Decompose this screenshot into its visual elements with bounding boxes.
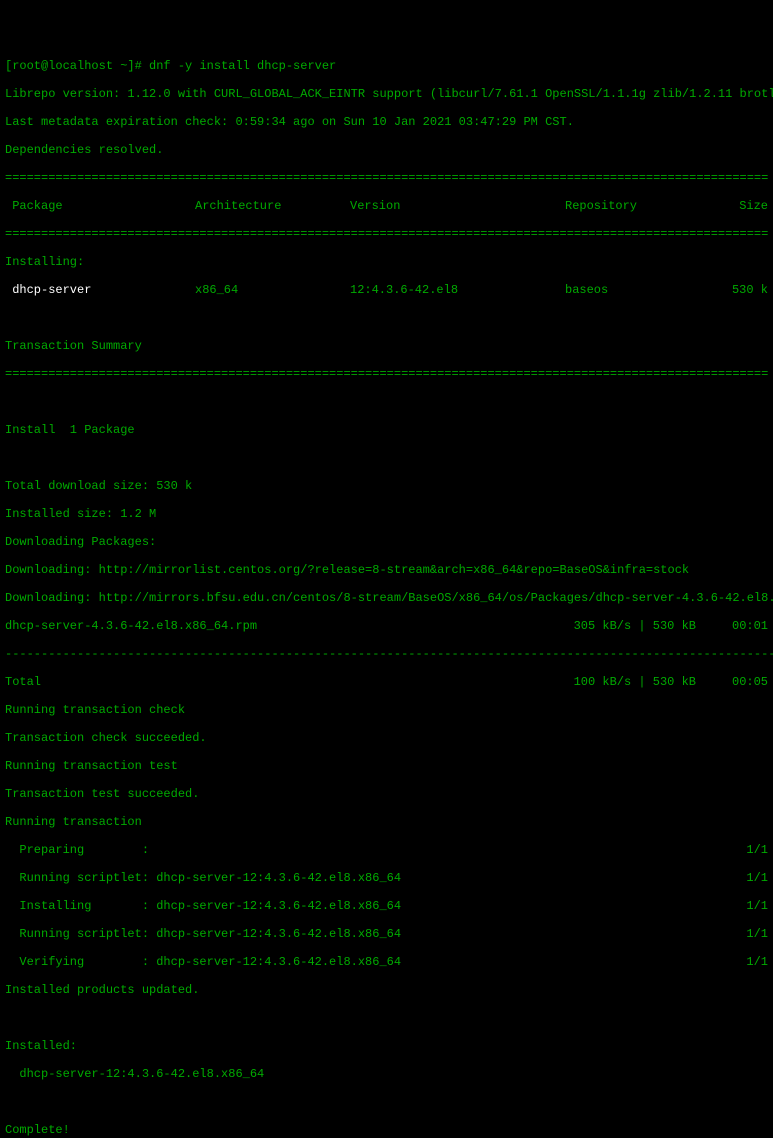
col-version: Version	[350, 199, 565, 213]
test-ok: Transaction test succeeded.	[5, 787, 768, 801]
separator: ========================================…	[5, 171, 768, 185]
preparing-step: Preparing :1/1	[5, 843, 768, 857]
progress: 1/1	[746, 899, 768, 913]
products-updated: Installed products updated.	[5, 983, 768, 997]
running-check: Running transaction check	[5, 703, 768, 717]
downloading-label: Downloading Packages:	[5, 535, 768, 549]
pkg-size: 530 k	[720, 283, 768, 297]
table-header: PackageArchitectureVersionRepositorySize	[5, 199, 768, 213]
check-ok: Transaction check succeeded.	[5, 731, 768, 745]
blank-line	[5, 395, 768, 409]
separator: ========================================…	[5, 367, 768, 381]
pkg-arch: x86_64	[195, 283, 350, 297]
installed-package: dhcp-server-12:4.3.6-42.el8.x86_64	[5, 1067, 768, 1081]
scriptlet-step: Running scriptlet: dhcp-server-12:4.3.6-…	[5, 871, 768, 885]
table-row: dhcp-serverx86_6412:4.3.6-42.el8baseos53…	[5, 283, 768, 297]
installing-step: Installing : dhcp-server-12:4.3.6-42.el8…	[5, 899, 768, 913]
dashed-separator: ----------------------------------------…	[5, 647, 768, 661]
rpm-download: dhcp-server-4.3.6-42.el8.x86_64.rpm 305 k…	[5, 619, 768, 633]
metadata-check: Last metadata expiration check: 0:59:34 …	[5, 115, 768, 129]
download-size: Total download size: 530 k	[5, 479, 768, 493]
download-url: Downloading: http://mirrorlist.centos.or…	[5, 563, 768, 577]
installed-size: Installed size: 1.2 M	[5, 507, 768, 521]
pkg-name: dhcp-server	[5, 283, 195, 297]
total-line: Total 100 kB/s | 530 kB 00:05	[5, 675, 768, 689]
librepo-version: Librepo version: 1.12.0 with CURL_GLOBAL…	[5, 87, 768, 101]
download-url: Downloading: http://mirrors.bfsu.edu.cn/…	[5, 591, 768, 605]
progress: 1/1	[746, 843, 768, 857]
total-stats: 100 kB/s | 530 kB 00:05	[574, 675, 768, 689]
separator: ========================================…	[5, 227, 768, 241]
installed-label: Installed:	[5, 1039, 768, 1053]
col-size: Size	[720, 199, 768, 213]
col-package: Package	[5, 199, 195, 213]
col-repo: Repository	[565, 199, 720, 213]
deps-resolved: Dependencies resolved.	[5, 143, 768, 157]
prompt-line: [root@localhost ~]# dnf -y install dhcp-…	[5, 59, 768, 73]
progress: 1/1	[746, 871, 768, 885]
pkg-repo: baseos	[565, 283, 720, 297]
scriptlet-step: Running scriptlet: dhcp-server-12:4.3.6-…	[5, 927, 768, 941]
rpm-stats: 305 kB/s | 530 kB 00:01	[574, 619, 768, 633]
installing-label: Installing:	[5, 255, 768, 269]
verify-step: Verifying : dhcp-server-12:4.3.6-42.el8.…	[5, 955, 768, 969]
blank-line	[5, 451, 768, 465]
running-test: Running transaction test	[5, 759, 768, 773]
col-arch: Architecture	[195, 199, 350, 213]
progress: 1/1	[746, 927, 768, 941]
txn-summary: Transaction Summary	[5, 339, 768, 353]
install-count: Install 1 Package	[5, 423, 768, 437]
progress: 1/1	[746, 955, 768, 969]
blank-line	[5, 311, 768, 325]
running-txn: Running transaction	[5, 815, 768, 829]
total-label: Total	[5, 675, 41, 689]
blank-line	[5, 1011, 768, 1025]
pkg-version: 12:4.3.6-42.el8	[350, 283, 565, 297]
blank-line	[5, 1095, 768, 1109]
complete: Complete!	[5, 1123, 768, 1137]
rpm-name: dhcp-server-4.3.6-42.el8.x86_64.rpm	[5, 619, 257, 633]
